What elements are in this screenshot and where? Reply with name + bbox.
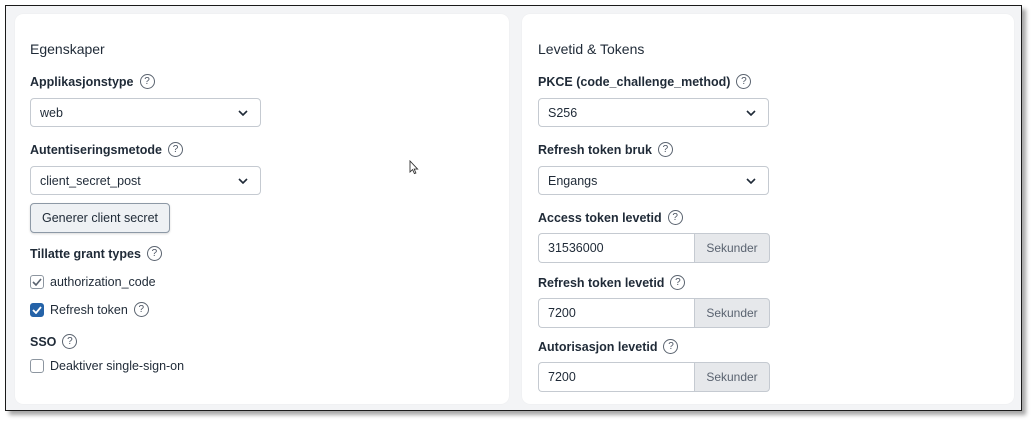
settings-frame: Egenskaper Applikasjonstype ? web Autent… (5, 5, 1022, 411)
chevron-down-icon (232, 109, 254, 116)
generate-client-secret-button[interactable]: Generer client secret (30, 203, 170, 233)
refresh-usage-label: Refresh token bruk ? (538, 142, 673, 157)
help-icon[interactable]: ? (670, 275, 686, 290)
help-icon[interactable]: ? (133, 302, 149, 317)
chevron-down-icon (232, 177, 254, 184)
checkbox[interactable] (30, 275, 44, 289)
pkce-label: PKCE (code_challenge_method) ? (538, 74, 752, 89)
auth-lifetime-input[interactable]: 7200 (538, 362, 694, 392)
chevron-down-icon (740, 177, 762, 184)
access-lifetime-label: Access token levetid ? (538, 210, 683, 225)
refresh-usage-select[interactable]: Engangs (538, 166, 769, 195)
auth-lifetime-label: Autorisasjon levetid ? (538, 339, 679, 354)
help-icon[interactable]: ? (167, 142, 183, 157)
checkbox[interactable] (30, 359, 44, 373)
help-icon[interactable]: ? (736, 74, 752, 89)
grant-types-label: Tillatte grant types ? (30, 246, 162, 261)
auth-lifetime-group: 7200 Sekunder (538, 362, 770, 392)
refresh-lifetime-input[interactable]: 7200 (538, 298, 694, 328)
grant-authorization-code[interactable]: authorization_code (30, 275, 156, 289)
pkce-select[interactable]: S256 (538, 98, 769, 127)
refresh-lifetime-unit: Sekunder (694, 298, 770, 328)
access-lifetime-unit: Sekunder (694, 233, 770, 263)
help-icon[interactable]: ? (663, 339, 679, 354)
disable-sso-option[interactable]: Deaktiver single-sign-on (30, 359, 184, 373)
auth-lifetime-unit: Sekunder (694, 362, 770, 392)
refresh-lifetime-label: Refresh token levetid ? (538, 275, 686, 290)
lifetime-tokens-card: Levetid & Tokens PKCE (code_challenge_me… (522, 14, 1014, 404)
grant-refresh-token[interactable]: Refresh token ? (30, 302, 149, 317)
access-lifetime-input[interactable]: 31536000 (538, 233, 694, 263)
sso-label: SSO ? (30, 334, 78, 349)
help-icon[interactable]: ? (62, 334, 78, 349)
checkbox[interactable] (30, 302, 44, 317)
app-type-label: Applikasjonstype ? (30, 74, 155, 89)
access-lifetime-group: 31536000 Sekunder (538, 233, 770, 263)
chevron-down-icon (740, 109, 762, 116)
properties-title: Egenskaper (30, 41, 105, 57)
help-icon[interactable]: ? (667, 210, 683, 225)
properties-card: Egenskaper Applikasjonstype ? web Autent… (15, 14, 509, 404)
refresh-lifetime-group: 7200 Sekunder (538, 298, 770, 328)
lifetime-tokens-title: Levetid & Tokens (538, 41, 645, 57)
mouse-cursor-icon (409, 159, 419, 180)
help-icon[interactable]: ? (146, 246, 162, 261)
help-icon[interactable]: ? (657, 142, 673, 157)
auth-method-label: Autentiseringsmetode ? (30, 142, 183, 157)
app-type-select[interactable]: web (30, 98, 261, 127)
help-icon[interactable]: ? (139, 74, 155, 89)
auth-method-select[interactable]: client_secret_post (30, 166, 261, 195)
